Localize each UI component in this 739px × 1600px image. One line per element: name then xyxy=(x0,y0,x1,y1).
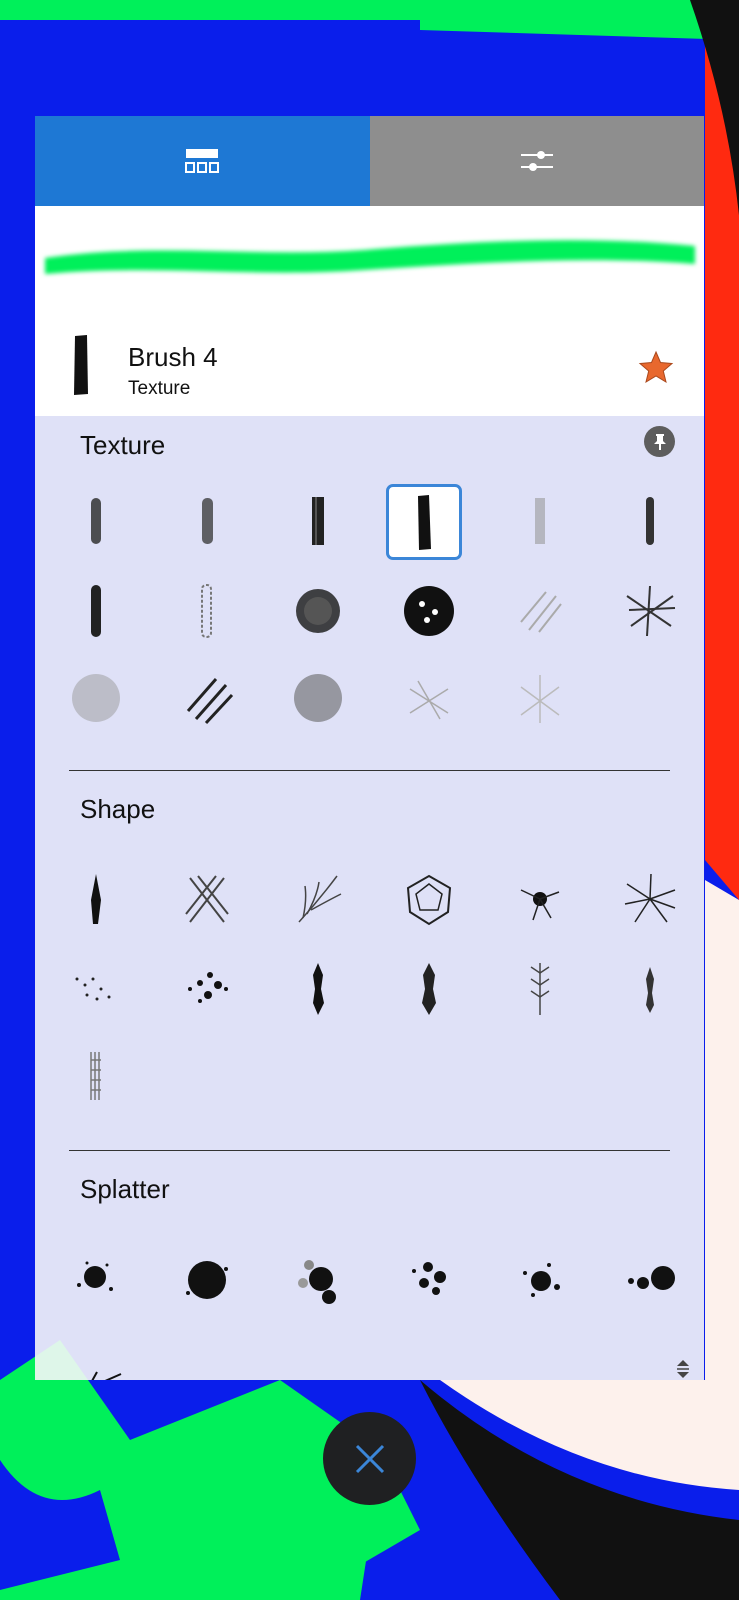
brush-splatter-5[interactable] xyxy=(511,1251,569,1309)
brush-shape-6[interactable] xyxy=(621,870,679,928)
close-button[interactable] xyxy=(323,1412,416,1505)
brush-shape-7[interactable] xyxy=(67,959,125,1017)
brush-texture-6[interactable] xyxy=(621,492,679,550)
brush-splatter-6[interactable] xyxy=(621,1251,679,1309)
brush-texture-15[interactable] xyxy=(289,669,347,727)
brush-category: Texture xyxy=(128,378,191,399)
brush-shape-9[interactable] xyxy=(289,959,347,1017)
brush-stroke-preview xyxy=(35,206,704,324)
brush-shape-4[interactable] xyxy=(400,870,458,928)
panel-tabs xyxy=(35,116,704,206)
resize-handle-icon[interactable] xyxy=(675,1359,691,1379)
tab-brush-settings[interactable] xyxy=(369,116,704,206)
brush-texture-11[interactable] xyxy=(511,582,569,640)
favorite-star-icon[interactable] xyxy=(638,350,674,384)
section-divider xyxy=(69,770,670,771)
brush-shape-8[interactable] xyxy=(178,959,236,1017)
brush-texture-17[interactable] xyxy=(511,669,569,727)
brush-shape-12[interactable] xyxy=(621,959,679,1017)
brush-texture-10[interactable] xyxy=(400,582,458,640)
brush-splatter-7[interactable] xyxy=(67,1342,125,1380)
brush-shape-13[interactable] xyxy=(67,1046,125,1104)
tab-brush-library[interactable] xyxy=(35,116,370,206)
pin-icon xyxy=(653,433,666,450)
brush-splatter-3[interactable] xyxy=(289,1251,347,1309)
brush-shape-5[interactable] xyxy=(511,870,569,928)
brush-texture-5[interactable] xyxy=(511,492,569,550)
section-divider xyxy=(69,1150,670,1151)
brush-texture-9[interactable] xyxy=(289,582,347,640)
brush-library-panel: Brush 4 Texture Texture Shape Splatter xyxy=(35,116,704,1380)
brush-shape-10[interactable] xyxy=(400,959,458,1017)
section-title-splatter: Splatter xyxy=(80,1174,170,1204)
current-brush-row[interactable]: Brush 4 Texture xyxy=(35,324,704,416)
brush-texture-8[interactable] xyxy=(178,582,236,640)
section-title-shape: Shape xyxy=(80,794,156,824)
brush-name: Brush 4 xyxy=(128,342,218,372)
brush-thumbnail-icon xyxy=(74,335,88,395)
brush-splatter-4[interactable] xyxy=(400,1251,458,1309)
brush-texture-7[interactable] xyxy=(67,582,125,640)
brush-shape-3[interactable] xyxy=(289,870,347,928)
brush-library-icon xyxy=(185,149,220,173)
brush-shape-1[interactable] xyxy=(67,870,125,928)
brush-texture-13[interactable] xyxy=(67,669,125,727)
brush-texture-16[interactable] xyxy=(400,669,458,727)
brush-texture-1[interactable] xyxy=(67,492,125,550)
brush-shape-2[interactable] xyxy=(178,870,236,928)
brush-texture-14[interactable] xyxy=(178,669,236,727)
pin-button[interactable] xyxy=(644,426,675,457)
close-icon xyxy=(355,1444,384,1473)
brush-texture-4-selected[interactable] xyxy=(386,484,462,560)
section-title-texture: Texture xyxy=(80,430,166,460)
brush-texture-3[interactable] xyxy=(289,492,347,550)
brush-texture-2[interactable] xyxy=(178,492,236,550)
sliders-icon xyxy=(520,151,553,171)
brush-texture-12[interactable] xyxy=(621,582,679,640)
brush-splatter-1[interactable] xyxy=(67,1251,125,1309)
brush-shape-11[interactable] xyxy=(511,959,569,1017)
brush-splatter-2[interactable] xyxy=(178,1251,236,1309)
